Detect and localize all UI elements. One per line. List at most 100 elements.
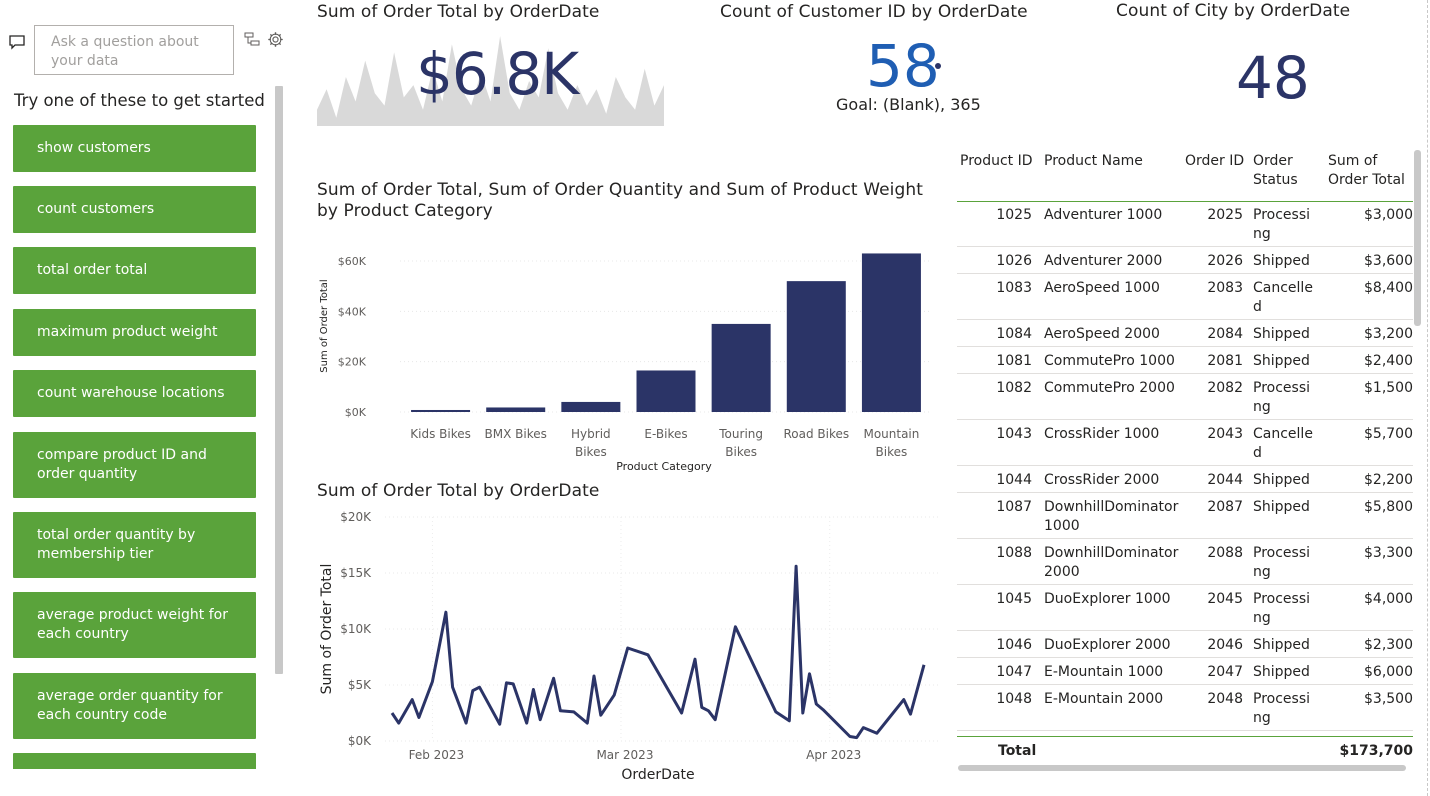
cell-order-status: Cancelled — [1253, 426, 1313, 461]
cell-order-total: $5,700 — [1364, 426, 1413, 442]
cell-product-id: 1026 — [996, 253, 1032, 269]
cell-order-status: Shipped — [1253, 499, 1310, 515]
table-horizontal-scrollbar[interactable] — [958, 765, 1406, 771]
x-tick-label: Touring — [718, 427, 763, 441]
suggestion-button[interactable]: total order quantity by membership tier — [13, 512, 256, 578]
x-tick-label: Hybrid — [571, 427, 611, 441]
cell-product-id: 1045 — [996, 591, 1032, 607]
suggestion-button[interactable]: total order total — [13, 247, 256, 294]
cell-order-total: $2,400 — [1364, 353, 1413, 369]
cell-order-total: $8,400 — [1364, 280, 1413, 296]
suggestion-button[interactable]: show customers — [13, 125, 256, 172]
row-divider — [957, 246, 1413, 247]
cell-product-id: 1087 — [996, 499, 1032, 515]
total-value: $173,700 — [1339, 743, 1413, 759]
table-vertical-scrollbar[interactable] — [1414, 150, 1421, 326]
column-header[interactable]: Sum of Order Total — [1328, 152, 1408, 190]
row-divider — [957, 630, 1413, 631]
canvas-edge — [1427, 0, 1428, 796]
cell-product-name: E-Mountain 2000 — [1044, 691, 1164, 707]
cell-order-status: Processing — [1253, 691, 1310, 726]
y-tick-label: $60K — [338, 255, 367, 268]
total-divider — [957, 736, 1413, 737]
cell-product-name: CrossRider 1000 — [1044, 426, 1160, 442]
cell-order-status: Shipped — [1253, 472, 1310, 488]
cell-order-id: 2084 — [1207, 326, 1243, 342]
bar-chart: $0K $20K $40K $60K Kids Bikes BMX Bikes Hybrid… — [319, 253, 930, 473]
x-tick-label: Road Bikes — [783, 427, 849, 441]
cell-order-total: $3,000 — [1364, 207, 1413, 223]
column-header[interactable]: Order ID — [1185, 152, 1244, 171]
column-header[interactable]: Product ID — [960, 152, 1033, 171]
header-divider — [957, 201, 1413, 202]
cell-order-id: 2045 — [1207, 591, 1243, 607]
gear-icon[interactable] — [267, 31, 284, 48]
bar-chart-title: Sum of Order Total, Sum of Order Quantit… — [317, 180, 924, 221]
row-divider — [957, 319, 1413, 320]
x-tick-label: Kids Bikes — [410, 427, 471, 441]
y-axis-title: Sum of Order Total — [319, 279, 330, 372]
cell-order-status: Shipped — [1253, 637, 1310, 653]
row-divider — [957, 684, 1413, 685]
row-divider — [957, 657, 1413, 658]
suggestion-button[interactable]: count customers — [13, 186, 256, 233]
qna-question-input[interactable]: Ask a question about your data — [34, 25, 234, 75]
line-chart-title: Sum of Order Total by OrderDate — [317, 481, 600, 501]
cell-product-id: 1081 — [996, 353, 1032, 369]
row-divider — [957, 419, 1413, 420]
y-tick-label: $5K — [348, 678, 372, 692]
cell-order-status: Shipped — [1253, 253, 1310, 269]
cell-product-name: DownhillDominator 2000 — [1044, 545, 1179, 580]
cell-order-total: $2,300 — [1364, 637, 1413, 653]
suggestion-button[interactable]: average product weight for each country — [13, 592, 256, 658]
qna-scrollbar[interactable] — [275, 86, 283, 674]
bar — [561, 401, 621, 412]
cell-product-id: 1043 — [996, 426, 1032, 442]
cell-order-id: 2046 — [1207, 637, 1243, 653]
cell-order-status: Shipped — [1253, 353, 1310, 369]
bar — [636, 370, 696, 412]
card-title: Count of City by OrderDate — [1116, 1, 1351, 21]
row-divider — [957, 346, 1413, 347]
suggestion-button[interactable]: average order quantity for each country … — [13, 673, 256, 739]
y-tick-label: $40K — [338, 305, 367, 318]
cell-order-id: 2081 — [1207, 353, 1243, 369]
x-axis-title: Product Category — [616, 460, 712, 473]
chat-icon[interactable] — [8, 34, 26, 50]
cell-product-id: 1083 — [996, 280, 1032, 296]
x-tick-label: Mountain — [863, 427, 919, 441]
suggestion-button[interactable]: maximum product weight — [13, 309, 256, 356]
column-header[interactable]: Product Name — [1044, 152, 1143, 171]
cell-product-name: DownhillDominator 1000 — [1044, 499, 1179, 534]
panel-clip — [0, 769, 290, 796]
row-divider — [957, 730, 1413, 731]
cell-product-name: CrossRider 2000 — [1044, 472, 1160, 488]
y-tick-label: $0K — [348, 734, 372, 748]
suggestion-button[interactable]: count warehouse locations — [13, 370, 256, 417]
goal-text: Goal: (Blank), 365 — [836, 95, 981, 114]
cell-order-status: Shipped — [1253, 664, 1310, 680]
y-tick-label: $10K — [340, 622, 372, 636]
card-value: 58 — [866, 32, 940, 100]
x-tick-label: Apr 2023 — [806, 748, 861, 762]
hierarchy-icon[interactable] — [244, 31, 260, 47]
bar — [711, 323, 771, 412]
x-tick-label: Feb 2023 — [409, 748, 465, 762]
row-divider — [957, 492, 1413, 493]
suggestion-button[interactable]: compare product ID and order quantity — [13, 432, 256, 498]
row-divider — [957, 373, 1413, 374]
cell-product-id: 1047 — [996, 664, 1032, 680]
row-divider — [957, 538, 1413, 539]
total-label: Total — [998, 743, 1037, 759]
cell-product-name: Adventurer 1000 — [1044, 207, 1163, 223]
cell-product-id: 1044 — [996, 472, 1032, 488]
x-tick-label: Bikes — [725, 445, 757, 459]
cell-product-name: CommutePro 1000 — [1044, 353, 1175, 369]
cell-product-name: AeroSpeed 1000 — [1044, 280, 1160, 296]
cell-product-name: AeroSpeed 2000 — [1044, 326, 1160, 342]
status-dot — [935, 63, 941, 69]
x-axis-title: OrderDate — [621, 767, 694, 783]
row-divider — [957, 584, 1413, 585]
column-header[interactable]: Order Status — [1253, 152, 1308, 190]
card-title: Sum of Order Total by OrderDate — [317, 2, 600, 22]
